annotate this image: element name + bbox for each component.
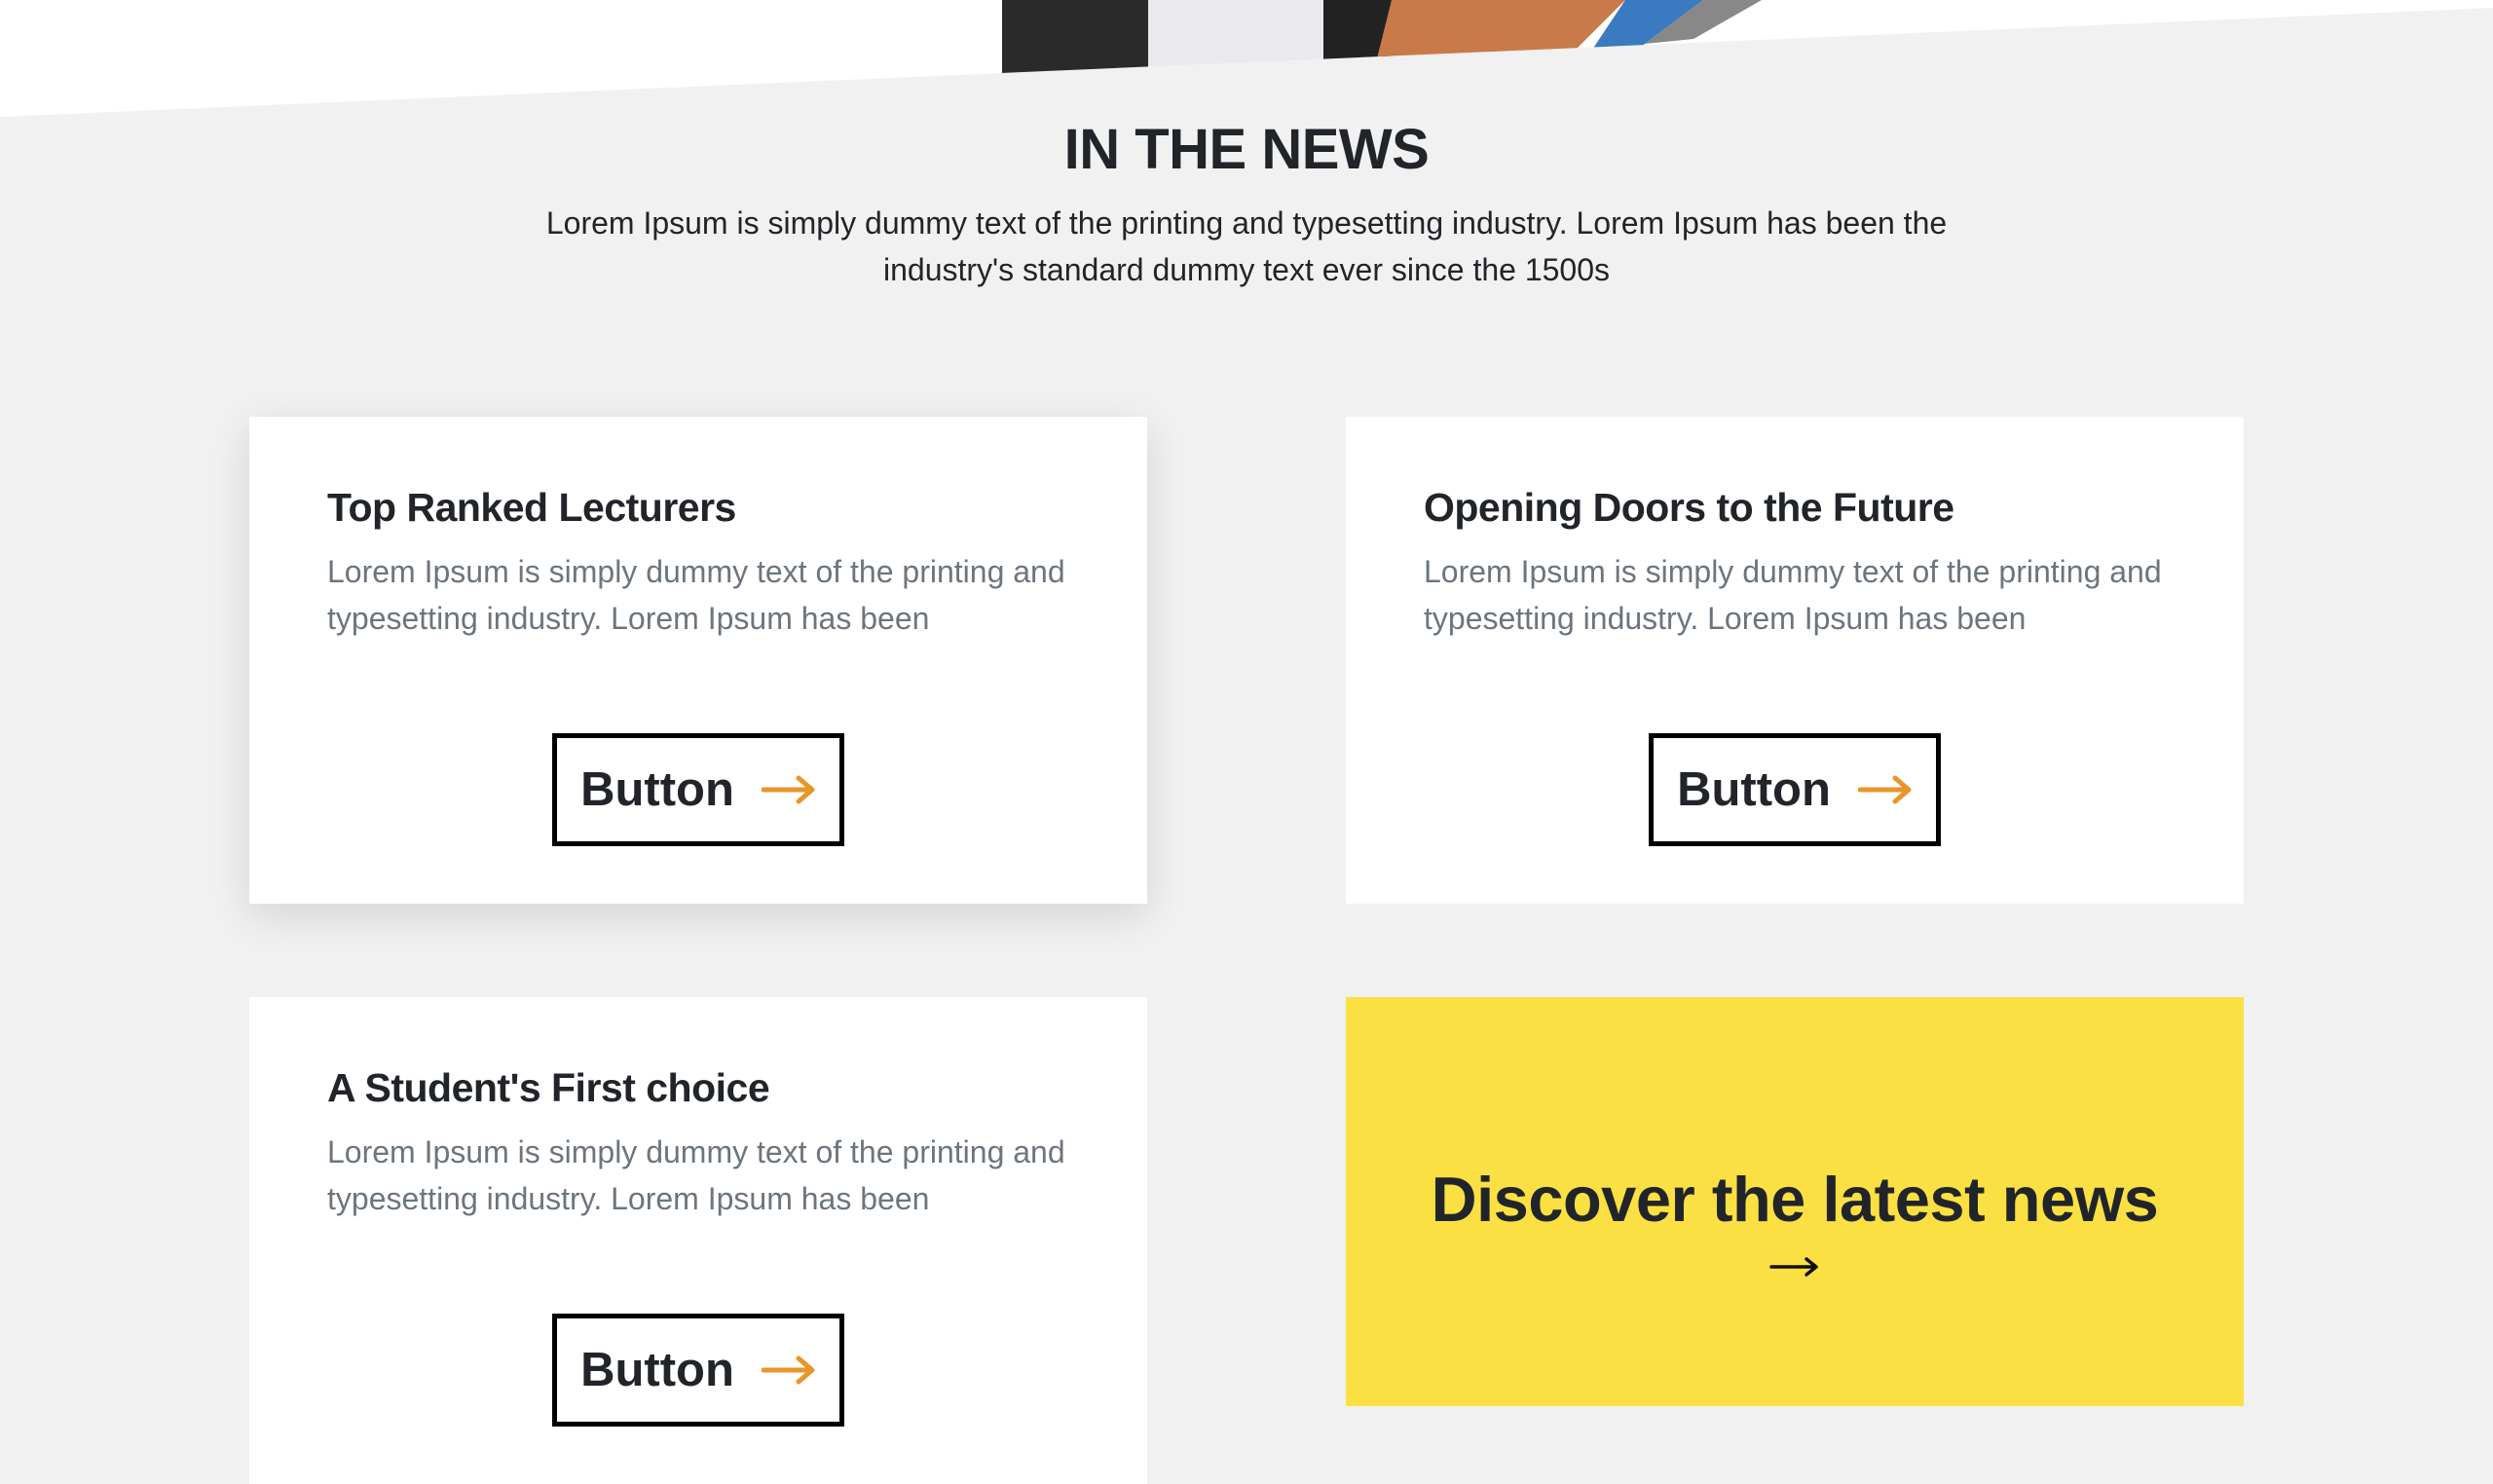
card-title: A Student's First choice [327,1065,770,1110]
button-label: Button [580,1344,734,1396]
card-text: Lorem Ipsum is simply dummy text of the … [327,1134,1065,1216]
arrow-right-icon [761,775,815,804]
discover-news-cta[interactable]: Discover the latest news [1346,997,2244,1406]
card-button[interactable]: Button [552,733,844,846]
news-card: A Student's First choice Lorem Ipsum is … [249,997,1147,1484]
section-subtitle: Lorem Ipsum is simply dummy text of the … [545,205,1948,287]
card-button[interactable]: Button [1649,733,1941,846]
card-title: Top Ranked Lecturers [327,485,736,530]
button-label: Button [580,763,734,816]
news-card: Opening Doors to the Future Lorem Ipsum … [1346,417,2244,904]
arrow-right-icon [1769,1257,1818,1277]
button-label: Button [1677,763,1831,816]
cta-title: Discover the latest news [1431,1164,2159,1235]
student-photo [1002,0,1762,78]
section-title: IN THE NEWS [1063,118,1430,181]
arrow-right-icon [1857,775,1912,804]
news-card: Top Ranked Lecturers Lorem Ipsum is simp… [249,417,1147,904]
card-title: Opening Doors to the Future [1424,485,1954,530]
card-button[interactable]: Button [552,1314,844,1427]
card-text: Lorem Ipsum is simply dummy text of the … [1424,554,2162,636]
hero-image-section [0,0,2493,117]
card-text: Lorem Ipsum is simply dummy text of the … [327,554,1065,636]
arrow-right-icon [761,1355,815,1385]
